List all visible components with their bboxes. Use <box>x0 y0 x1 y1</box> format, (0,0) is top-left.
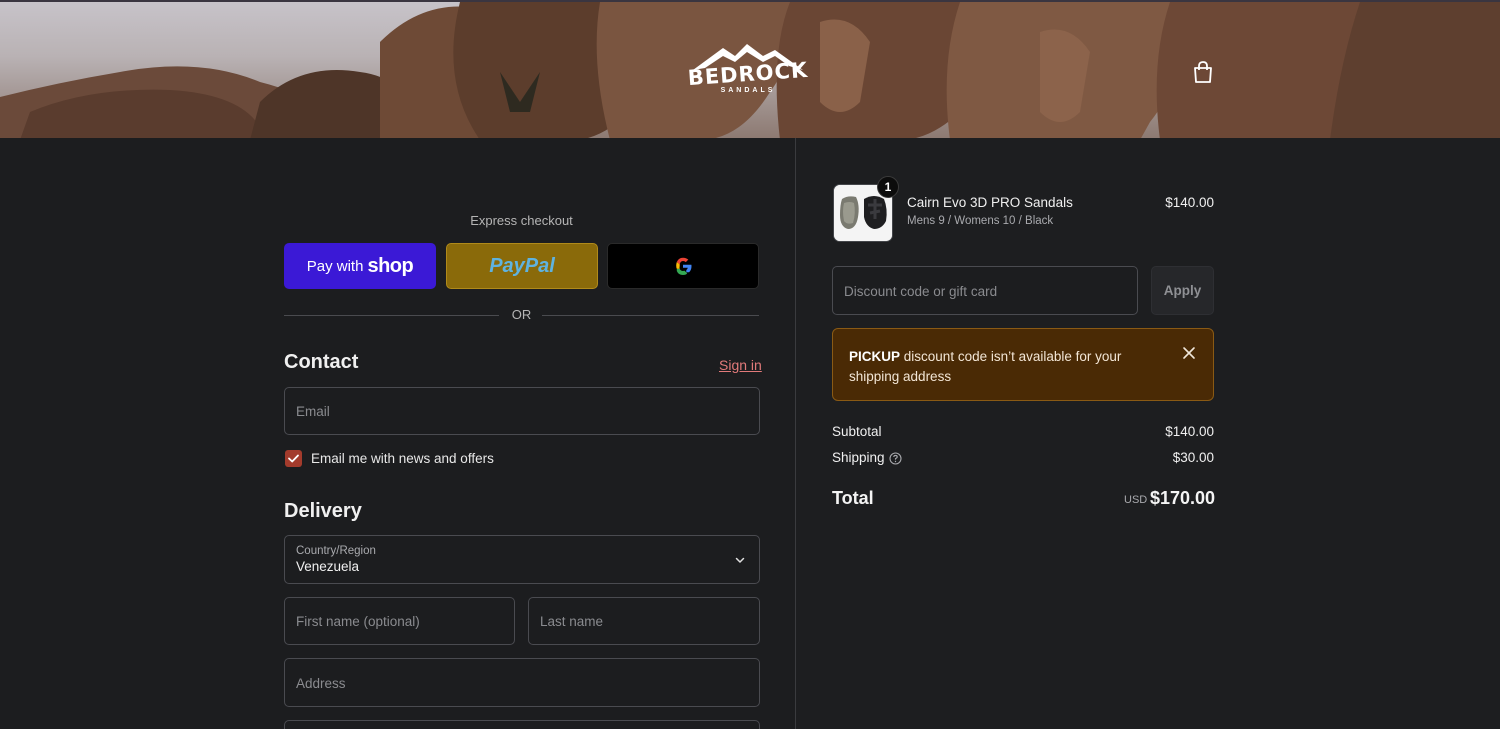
shipping-row: Shipping $30.00 <box>832 450 1214 465</box>
total-currency: USD <box>1124 494 1148 506</box>
chevron-down-icon <box>735 557 745 563</box>
discount-error-alert: PICKUP discount code isn’t available for… <box>832 328 1214 401</box>
next-field[interactable] <box>284 720 760 729</box>
shop-pay-prefix: Pay with <box>306 257 364 275</box>
shop-pay-button[interactable]: Pay with shop <box>284 243 436 289</box>
shipping-value: $30.00 <box>1172 450 1214 465</box>
subtotal-row: Subtotal $140.00 <box>832 424 1214 439</box>
discount-code-field[interactable]: Discount code or gift card <box>832 266 1138 315</box>
delivery-heading: Delivery <box>284 500 362 522</box>
email-field[interactable]: Email <box>284 387 760 435</box>
express-checkout-label: Express checkout <box>470 213 573 228</box>
discount-placeholder: Discount code or gift card <box>844 284 998 299</box>
header-banner: BEDROCK SANDALS <box>0 0 1500 138</box>
newsletter-label[interactable]: Email me with news and offers <box>311 451 494 466</box>
address-field[interactable]: Address <box>284 658 760 707</box>
bedrock-logo[interactable]: BEDROCK SANDALS <box>685 42 811 102</box>
or-label: OR <box>511 307 532 322</box>
help-circle-icon[interactable] <box>889 452 902 465</box>
email-placeholder: Email <box>296 404 330 419</box>
first-name-placeholder: First name (optional) <box>296 614 420 629</box>
close-icon[interactable] <box>1182 346 1196 360</box>
checkmark-icon <box>288 454 299 463</box>
paypal-button[interactable]: PayPal <box>446 243 598 289</box>
alert-code: PICKUP <box>849 349 901 364</box>
product-name: Cairn Evo 3D PRO Sandals <box>907 195 1073 210</box>
subtotal-value: $140.00 <box>1165 424 1214 439</box>
total-value: $170.00 <box>1150 488 1216 508</box>
shipping-label: Shipping <box>832 450 885 465</box>
logo-sub-text: SANDALS <box>720 87 776 94</box>
product-variant: Mens 9 / Womens 10 / Black <box>907 215 1054 227</box>
alert-message: PICKUP discount code isn’t available for… <box>849 347 1149 387</box>
google-icon <box>676 257 692 275</box>
contact-heading: Contact <box>284 351 359 373</box>
address-placeholder: Address <box>296 676 346 691</box>
or-separator: OR <box>284 306 759 324</box>
total-label: Total <box>832 488 874 508</box>
last-name-field[interactable]: Last name <box>528 597 760 645</box>
google-pay-button[interactable] <box>607 243 759 289</box>
country-value: Venezuela <box>296 559 360 574</box>
shopping-bag-icon[interactable] <box>1192 60 1214 84</box>
newsletter-checkbox[interactable] <box>285 450 302 467</box>
shop-pay-wordmark: shop <box>367 254 414 277</box>
column-divider <box>795 138 796 729</box>
product-price: $140.00 <box>1165 195 1214 210</box>
paypal-wordmark: PayPal <box>489 254 555 277</box>
country-label: Country/Region <box>296 545 376 557</box>
country-select[interactable]: Country/Region Venezuela <box>284 535 760 584</box>
first-name-field[interactable]: First name (optional) <box>284 597 515 645</box>
sign-in-link[interactable]: Sign in <box>719 357 762 373</box>
last-name-placeholder: Last name <box>540 614 604 629</box>
apply-button[interactable]: Apply <box>1151 266 1214 315</box>
quantity-badge: 1 <box>877 176 899 198</box>
subtotal-label: Subtotal <box>832 424 882 439</box>
